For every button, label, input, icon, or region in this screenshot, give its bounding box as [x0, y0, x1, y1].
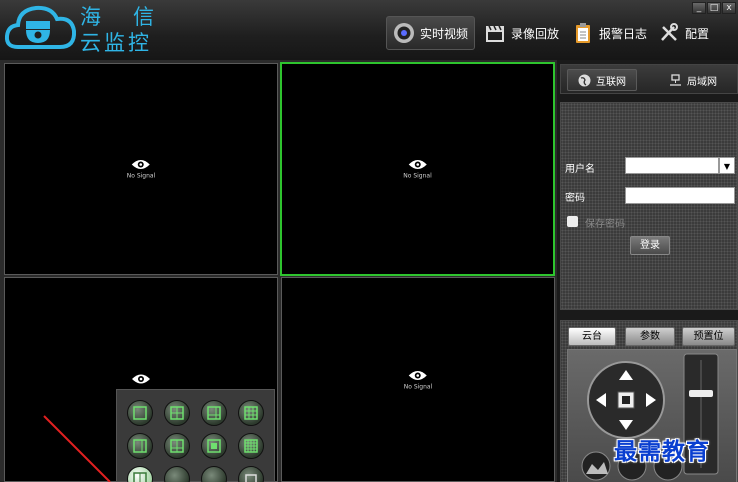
layout-8-button[interactable]: [127, 433, 153, 459]
eye-icon: [132, 374, 150, 383]
layout-1x1-icon: [133, 406, 147, 420]
save-password-checkbox[interactable]: [567, 216, 578, 227]
clipboard-icon: [572, 22, 594, 44]
layout-10-button[interactable]: [164, 433, 190, 459]
no-signal-label: No Signal: [403, 383, 433, 390]
layout-grid-icon: [133, 472, 147, 482]
nav-label: 实时视频: [420, 26, 469, 41]
login-button[interactable]: 登录: [630, 236, 670, 255]
layout-2x2-icon: [170, 406, 184, 420]
close-button[interactable]: x: [722, 2, 736, 14]
layout-4-button[interactable]: [164, 400, 190, 426]
nav-label: 录像回放: [511, 26, 560, 41]
globe-icon: [578, 74, 591, 86]
layout-4x4-icon: [244, 439, 258, 453]
title-bar: 海 信 云监控 实时视频 录像回放 报警日志 配置 _ □ x: [0, 0, 738, 60]
tab-presets[interactable]: 预置位: [682, 327, 735, 346]
cloud-camera-logo-icon: [4, 5, 77, 49]
layout-13-icon: [207, 439, 221, 453]
layout-13-button[interactable]: [201, 433, 227, 459]
eye-icon: [409, 370, 427, 380]
tab-params[interactable]: 参数: [625, 327, 675, 346]
tools-icon: [658, 22, 680, 44]
brand-line-2: 云监控: [80, 31, 152, 55]
video-channel-4[interactable]: No Signal: [281, 277, 555, 482]
layout-next-button[interactable]: [201, 466, 227, 482]
lan-icon: [670, 73, 681, 86]
film-icon: [484, 22, 506, 44]
stop-icon: [622, 396, 630, 404]
speed-slider-thumb[interactable]: [689, 390, 713, 397]
camera-icon: [393, 22, 415, 44]
no-signal-indicator: [131, 373, 151, 387]
nav-label: 报警日志: [599, 26, 648, 41]
no-signal-label: No Signal: [403, 172, 432, 180]
zoom-out-button[interactable]: [581, 451, 611, 481]
username-dropdown-button[interactable]: ▼: [719, 157, 735, 174]
fullscreen-icon: [245, 474, 257, 482]
brand-name: 海 信 云监控: [80, 4, 157, 56]
tab-lan[interactable]: 局域网: [659, 69, 727, 91]
nav-live-video[interactable]: 实时视频: [386, 16, 476, 50]
video-grid: No Signal No Signal No Signal: [0, 60, 557, 482]
layout-10-icon: [170, 439, 184, 453]
chevron-down-icon: ▼: [723, 162, 731, 171]
tab-label: 互联网: [596, 76, 626, 88]
username-label: 用户名: [565, 164, 595, 175]
fullscreen-button[interactable]: [238, 466, 264, 482]
eye-icon: [408, 160, 427, 169]
video-channel-2[interactable]: No Signal: [280, 62, 555, 276]
tab-label: 局域网: [687, 76, 717, 88]
tab-internet[interactable]: 互联网: [567, 69, 637, 91]
layout-prev-button[interactable]: [164, 466, 190, 482]
nav-config[interactable]: 配置: [652, 16, 715, 50]
layout-selector-panel: [116, 389, 275, 482]
eye-icon: [132, 160, 150, 169]
no-signal-indicator: No Signal: [403, 159, 432, 180]
layout-6-button[interactable]: [201, 400, 227, 426]
save-password-label: 保存密码: [585, 219, 625, 230]
login-panel: 用户名 ▼ 密码 保存密码 登录: [560, 102, 738, 310]
layout-16-button[interactable]: [238, 433, 264, 459]
layout-9-button[interactable]: [238, 400, 264, 426]
maximize-button[interactable]: □: [707, 2, 721, 14]
minimize-button[interactable]: _: [692, 2, 706, 14]
no-signal-indicator: No Signal: [126, 159, 156, 180]
network-tabs: 互联网 局域网: [560, 64, 738, 94]
nav-playback[interactable]: 录像回放: [478, 16, 565, 50]
watermark-text: 最需教育: [614, 439, 710, 465]
nav-label: 配置: [685, 26, 710, 41]
password-label: 密码: [565, 193, 585, 204]
layout-1-button[interactable]: [127, 400, 153, 426]
layout-custom-button[interactable]: [127, 466, 153, 482]
password-field[interactable]: [625, 187, 735, 204]
username-field[interactable]: [625, 157, 719, 174]
layout-6-icon: [207, 406, 221, 420]
layout-3x3-icon: [244, 406, 258, 420]
brand-line-1: 海 信: [80, 5, 158, 29]
layout-8-icon: [133, 439, 147, 453]
video-channel-1[interactable]: No Signal: [4, 63, 278, 275]
tab-ptz[interactable]: 云台: [568, 327, 616, 346]
nav-alarm-log[interactable]: 报警日志: [566, 16, 653, 50]
no-signal-indicator: No Signal: [403, 369, 433, 390]
no-signal-label: No Signal: [126, 172, 156, 180]
window-controls: _ □ x: [692, 2, 736, 14]
